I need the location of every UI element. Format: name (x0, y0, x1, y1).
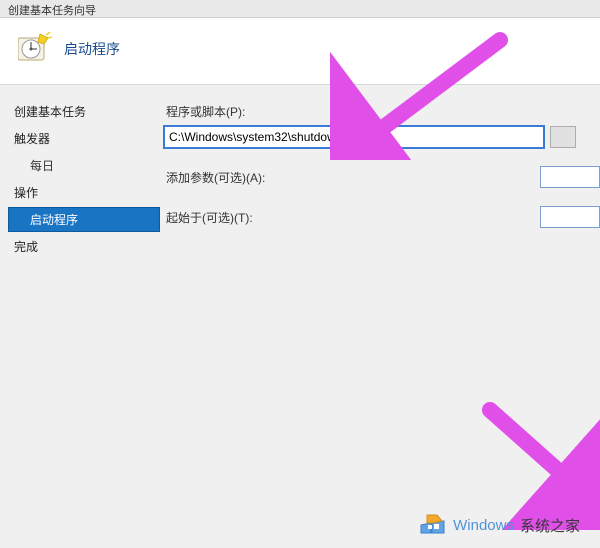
sidebar-item-daily[interactable]: 每日 (8, 153, 160, 178)
wizard-window: 创建基本任务向导 启动程序 创建基本任务 触发器 每日 操作 启动程序 完成 (0, 0, 600, 548)
sidebar-heading-finish[interactable]: 完成 (8, 234, 160, 259)
watermark: Windows 系统之家 (417, 509, 580, 542)
wizard-sidebar: 创建基本任务 触发器 每日 操作 启动程序 完成 (0, 85, 160, 544)
header-title: 启动程序 (64, 39, 120, 59)
startin-label: 起始于(可选)(T): (164, 209, 319, 226)
args-row: 添加参数(可选)(A): (164, 166, 600, 188)
window-titlebar: 创建基本任务向导 (0, 0, 600, 18)
sidebar-item-start-program[interactable]: 启动程序 (8, 207, 160, 232)
browse-button[interactable] (550, 126, 576, 148)
args-input[interactable] (540, 166, 600, 188)
sidebar-heading-trigger[interactable]: 触发器 (8, 126, 160, 151)
sidebar-heading-task[interactable]: 创建基本任务 (8, 99, 160, 124)
wizard-main: 程序或脚本(P): 添加参数(可选)(A): 起始于(可选)(T): (160, 85, 600, 544)
program-label: 程序或脚本(P): (164, 103, 319, 120)
watermark-brand: Windows (453, 517, 514, 534)
startin-row: 起始于(可选)(T): (164, 206, 600, 228)
wizard-header: 启动程序 (0, 18, 600, 84)
program-row: 程序或脚本(P): (164, 103, 600, 148)
sidebar-heading-action[interactable]: 操作 (8, 180, 160, 205)
window-title: 创建基本任务向导 (8, 5, 96, 17)
windows-logo-icon (417, 509, 447, 542)
program-input[interactable] (164, 126, 544, 148)
start-program-icon (18, 32, 52, 66)
wizard-content: 创建基本任务 触发器 每日 操作 启动程序 完成 程序或脚本(P): 添加参数(… (0, 84, 600, 544)
startin-input[interactable] (540, 206, 600, 228)
args-label: 添加参数(可选)(A): (164, 169, 319, 186)
watermark-suffix: 系统之家 (520, 515, 580, 536)
